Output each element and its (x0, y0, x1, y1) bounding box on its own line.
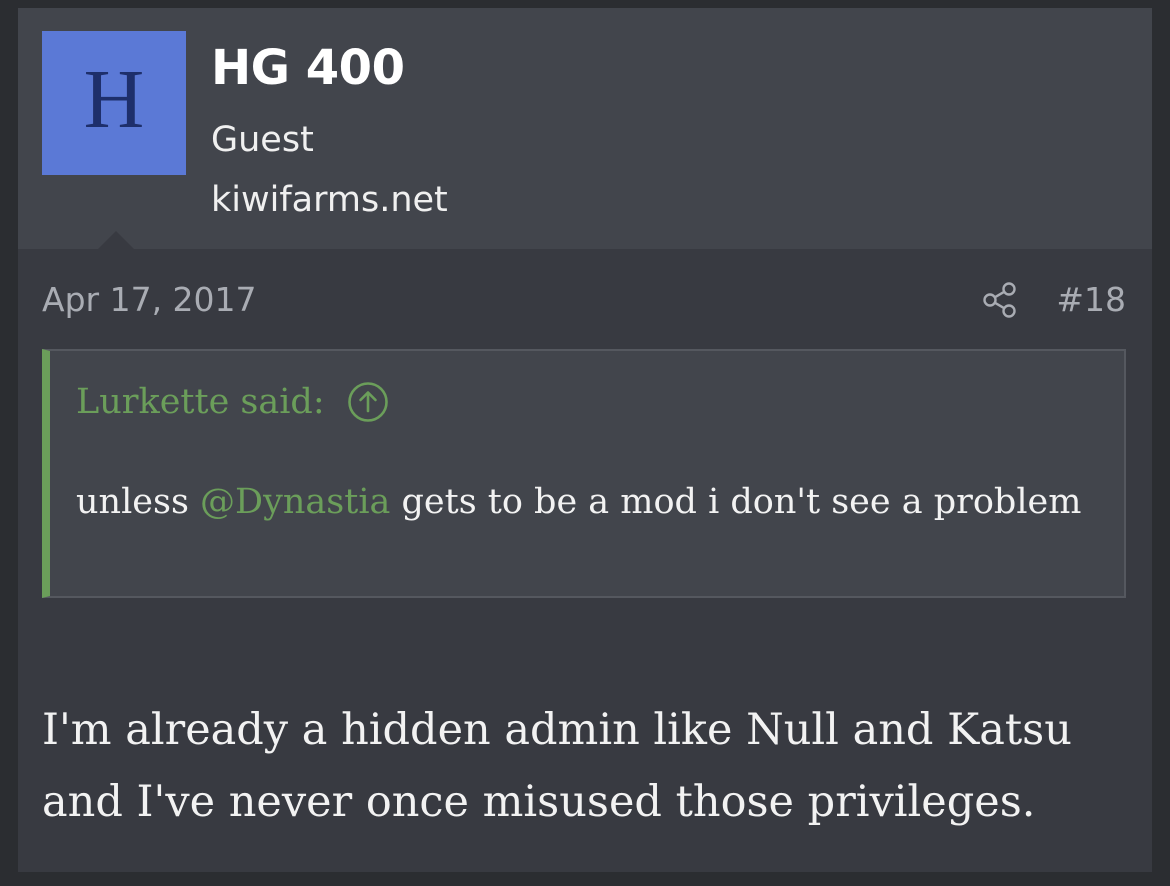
post-body-text: I'm already a hidden admin like Null and… (42, 705, 1072, 827)
quote-text-before: unless (76, 482, 201, 522)
avatar[interactable]: H (42, 31, 186, 175)
avatar-letter: H (83, 53, 145, 146)
post-number-link[interactable]: #18 (1056, 280, 1126, 319)
quote-author[interactable]: Lurkette said: (76, 382, 325, 422)
user-site: kiwifarms.net (211, 180, 448, 220)
quote-block: Lurkette said: unless @Dynastia gets to … (42, 349, 1126, 598)
header-pointer-arrow (98, 231, 134, 249)
quote-text-after: gets to be a mod i don't see a problem (390, 482, 1082, 522)
user-header: H HG 400 Guest kiwifarms.net (18, 8, 1152, 249)
user-mention-link[interactable]: @Dynastia (200, 482, 390, 522)
forum-post: H HG 400 Guest kiwifarms.net Apr 17, 201… (18, 8, 1152, 872)
quote-header: Lurkette said: (76, 381, 389, 423)
user-title: Guest (211, 120, 314, 160)
quote-text: unless @Dynastia gets to be a mod i don'… (76, 473, 1106, 531)
post-date[interactable]: Apr 17, 2017 (42, 280, 257, 319)
share-icon[interactable] (980, 280, 1020, 320)
username[interactable]: HG 400 (211, 40, 405, 96)
arrow-up-circle-icon[interactable] (347, 381, 389, 423)
